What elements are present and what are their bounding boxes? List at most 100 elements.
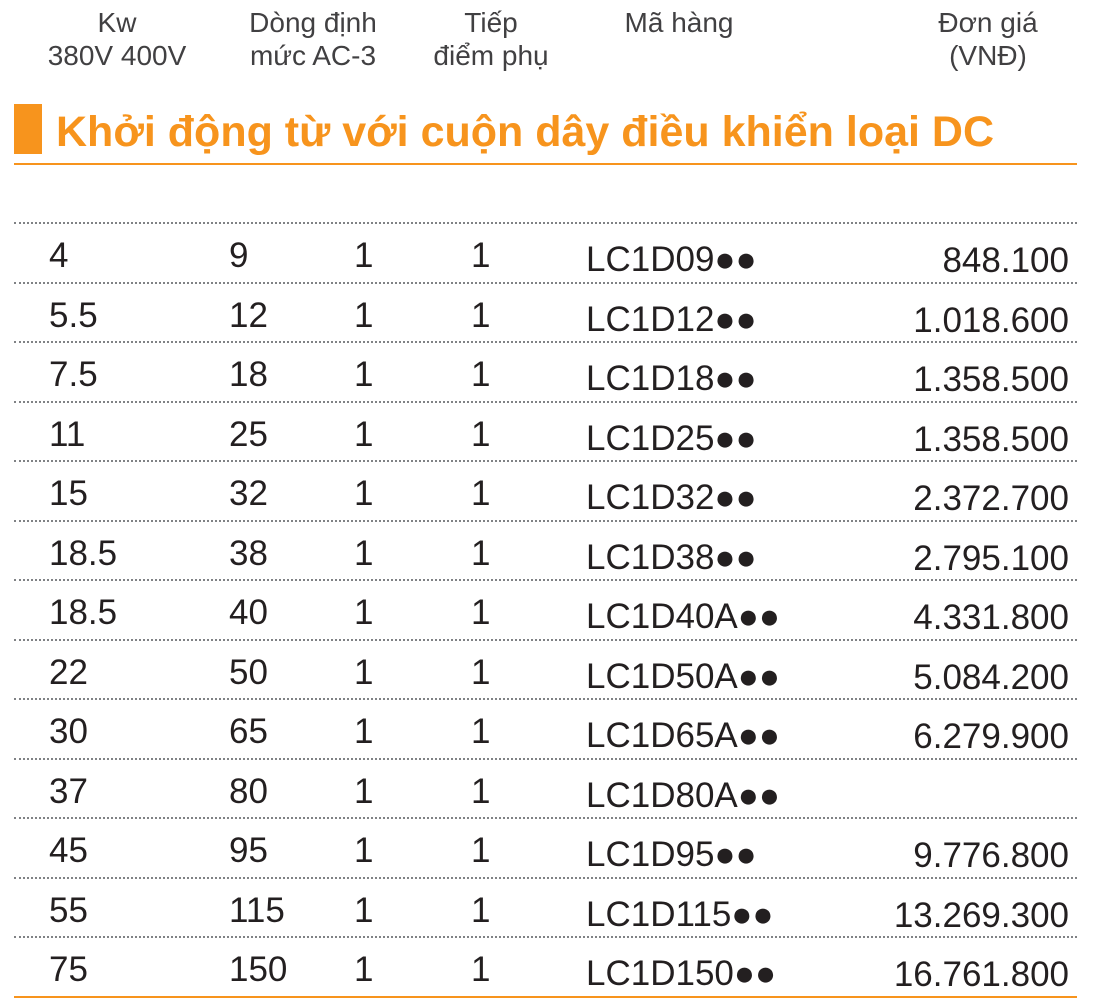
column-header-product-code-line1: Mã hàng <box>624 7 734 38</box>
cell-product-code: LC1D95●● <box>586 835 757 874</box>
cell-rated-current: 50 <box>229 652 268 692</box>
cell-rated-current: 40 <box>229 593 268 632</box>
cell-rated-current: 38 <box>229 533 268 573</box>
cell-product-code: LC1D150●● <box>586 954 777 993</box>
cell-kw: 18.5 <box>49 593 118 632</box>
cell-kw: 22 <box>49 652 88 692</box>
table-row: 22 50 1 1 LC1D50A●● 5.084.200 <box>14 641 1077 700</box>
cell-product-code: LC1D50A●● <box>586 656 781 696</box>
column-header-rated-current: Dòng định mức AC-3 <box>244 6 382 72</box>
cell-rated-current: 80 <box>229 771 268 811</box>
cell-aux-contact-no: 1 <box>354 771 374 811</box>
cell-aux-contact-no: 1 <box>354 890 374 930</box>
cell-aux-contact-no: 1 <box>354 295 374 335</box>
cell-aux-contact-nc: 1 <box>471 533 491 573</box>
table-row: 18.5 40 1 1 LC1D40A●● 4.331.800 <box>14 581 1077 641</box>
column-header-kw-line2: 380V 400V <box>47 40 187 71</box>
table-row: 7.5 18 1 1 LC1D18●● 1.358.500 <box>14 343 1077 403</box>
cell-aux-contact-no: 1 <box>354 236 374 275</box>
column-header-rated-current-line2: mức AC-3 <box>249 40 377 71</box>
cell-aux-contact-nc: 1 <box>471 414 491 454</box>
cell-kw: 45 <box>49 831 88 870</box>
cell-kw: 11 <box>49 414 86 454</box>
cell-rated-current: 9 <box>229 236 249 275</box>
table-row: 45 95 1 1 LC1D95●● 9.776.800 <box>14 819 1077 879</box>
cell-kw: 5.5 <box>49 295 98 335</box>
cell-product-code: LC1D09●● <box>586 240 757 279</box>
cell-aux-contact-nc: 1 <box>471 771 491 811</box>
cell-aux-contact-nc: 1 <box>471 355 491 394</box>
column-header-kw: Kw 380V 400V <box>44 6 190 72</box>
table-row: 55 115 1 1 LC1D115●● 13.269.300 <box>14 879 1077 938</box>
section-title: Khởi động từ với cuộn dây điều khiển loạ… <box>56 108 995 156</box>
cell-kw: 4 <box>49 236 69 275</box>
cell-rated-current: 65 <box>229 712 268 751</box>
section-title-marker <box>14 104 42 154</box>
column-header-unit-price: Đơn giá (VNĐ) <box>934 6 1042 72</box>
cell-kw: 7.5 <box>49 355 98 394</box>
cell-kw: 55 <box>49 890 88 930</box>
cell-aux-contact-nc: 1 <box>471 831 491 870</box>
cell-product-code: LC1D25●● <box>586 418 757 458</box>
cell-product-code: LC1D38●● <box>586 537 757 577</box>
cell-aux-contact-nc: 1 <box>471 712 491 751</box>
cell-aux-contact-no: 1 <box>354 950 374 989</box>
cell-unit-price: 6.279.900 <box>913 717 1069 756</box>
table-row: 15 32 1 1 LC1D32●● 2.372.700 <box>14 462 1077 522</box>
table-row: 75 150 1 1 LC1D150●● 16.761.800 <box>14 938 1077 998</box>
cell-unit-price: 848.100 <box>942 241 1069 280</box>
cell-aux-contact-no: 1 <box>354 593 374 632</box>
cell-product-code: LC1D12●● <box>586 299 757 339</box>
cell-product-code: LC1D80A●● <box>586 775 781 815</box>
cell-unit-price: 1.358.500 <box>913 419 1069 459</box>
table-row: 37 80 1 1 LC1D80A●● <box>14 760 1077 819</box>
cell-unit-price: 5.084.200 <box>913 657 1069 697</box>
table-row: 4 9 1 1 LC1D09●● 848.100 <box>14 224 1077 284</box>
cell-unit-price: 16.761.800 <box>893 955 1069 994</box>
cell-rated-current: 12 <box>229 295 268 335</box>
table-row: 18.5 38 1 1 LC1D38●● 2.795.100 <box>14 522 1077 581</box>
column-header-rated-current-line1: Dòng định <box>249 7 377 38</box>
column-header-aux-contacts-line2: điểm phụ <box>433 40 549 71</box>
cell-unit-price: 1.358.500 <box>913 360 1069 399</box>
column-header-unit-price-line2: (VNĐ) <box>949 40 1027 71</box>
cell-kw: 37 <box>49 771 88 811</box>
price-table: 4 9 1 1 LC1D09●● 848.100 5.5 12 1 1 LC1D12●● 1.018.… <box>14 222 1077 998</box>
cell-aux-contact-no: 1 <box>354 652 374 692</box>
cell-unit-price: 1.018.600 <box>913 300 1069 340</box>
cell-rated-current: 32 <box>229 474 268 513</box>
cell-product-code: LC1D40A●● <box>586 597 781 636</box>
cell-product-code: LC1D32●● <box>586 478 757 517</box>
cell-rated-current: 150 <box>229 950 288 989</box>
cell-aux-contact-nc: 1 <box>471 295 491 335</box>
cell-unit-price: 2.372.700 <box>913 479 1069 518</box>
table-row: 11 25 1 1 LC1D25●● 1.358.500 <box>14 403 1077 462</box>
cell-kw: 30 <box>49 712 88 751</box>
cell-unit-price: 2.795.100 <box>913 538 1069 578</box>
cell-product-code: LC1D65A●● <box>586 716 781 755</box>
cell-rated-current: 95 <box>229 831 268 870</box>
table-row: 30 65 1 1 LC1D65A●● 6.279.900 <box>14 700 1077 760</box>
column-header-aux-contacts: Tiếp điểm phụ <box>430 6 552 72</box>
cell-product-code: LC1D115●● <box>586 894 774 934</box>
cell-aux-contact-no: 1 <box>354 414 374 454</box>
cell-rated-current: 25 <box>229 414 268 454</box>
cell-product-code: LC1D18●● <box>586 359 757 398</box>
cell-aux-contact-no: 1 <box>354 712 374 751</box>
column-header-kw-line1: Kw <box>97 7 137 38</box>
cell-kw: 18.5 <box>49 533 118 573</box>
cell-aux-contact-nc: 1 <box>471 950 491 989</box>
cell-rated-current: 18 <box>229 355 268 394</box>
cell-unit-price: 13.269.300 <box>893 895 1069 935</box>
cell-aux-contact-no: 1 <box>354 474 374 513</box>
cell-kw: 15 <box>49 474 88 513</box>
cell-kw: 75 <box>49 950 88 989</box>
cell-aux-contact-no: 1 <box>354 355 374 394</box>
cell-aux-contact-no: 1 <box>354 533 374 573</box>
cell-unit-price: 4.331.800 <box>913 598 1069 637</box>
cell-rated-current: 115 <box>229 890 285 930</box>
section-title-divider <box>14 163 1077 165</box>
table-row: 5.5 12 1 1 LC1D12●● 1.018.600 <box>14 284 1077 343</box>
cell-aux-contact-nc: 1 <box>471 652 491 692</box>
cell-aux-contact-nc: 1 <box>471 593 491 632</box>
